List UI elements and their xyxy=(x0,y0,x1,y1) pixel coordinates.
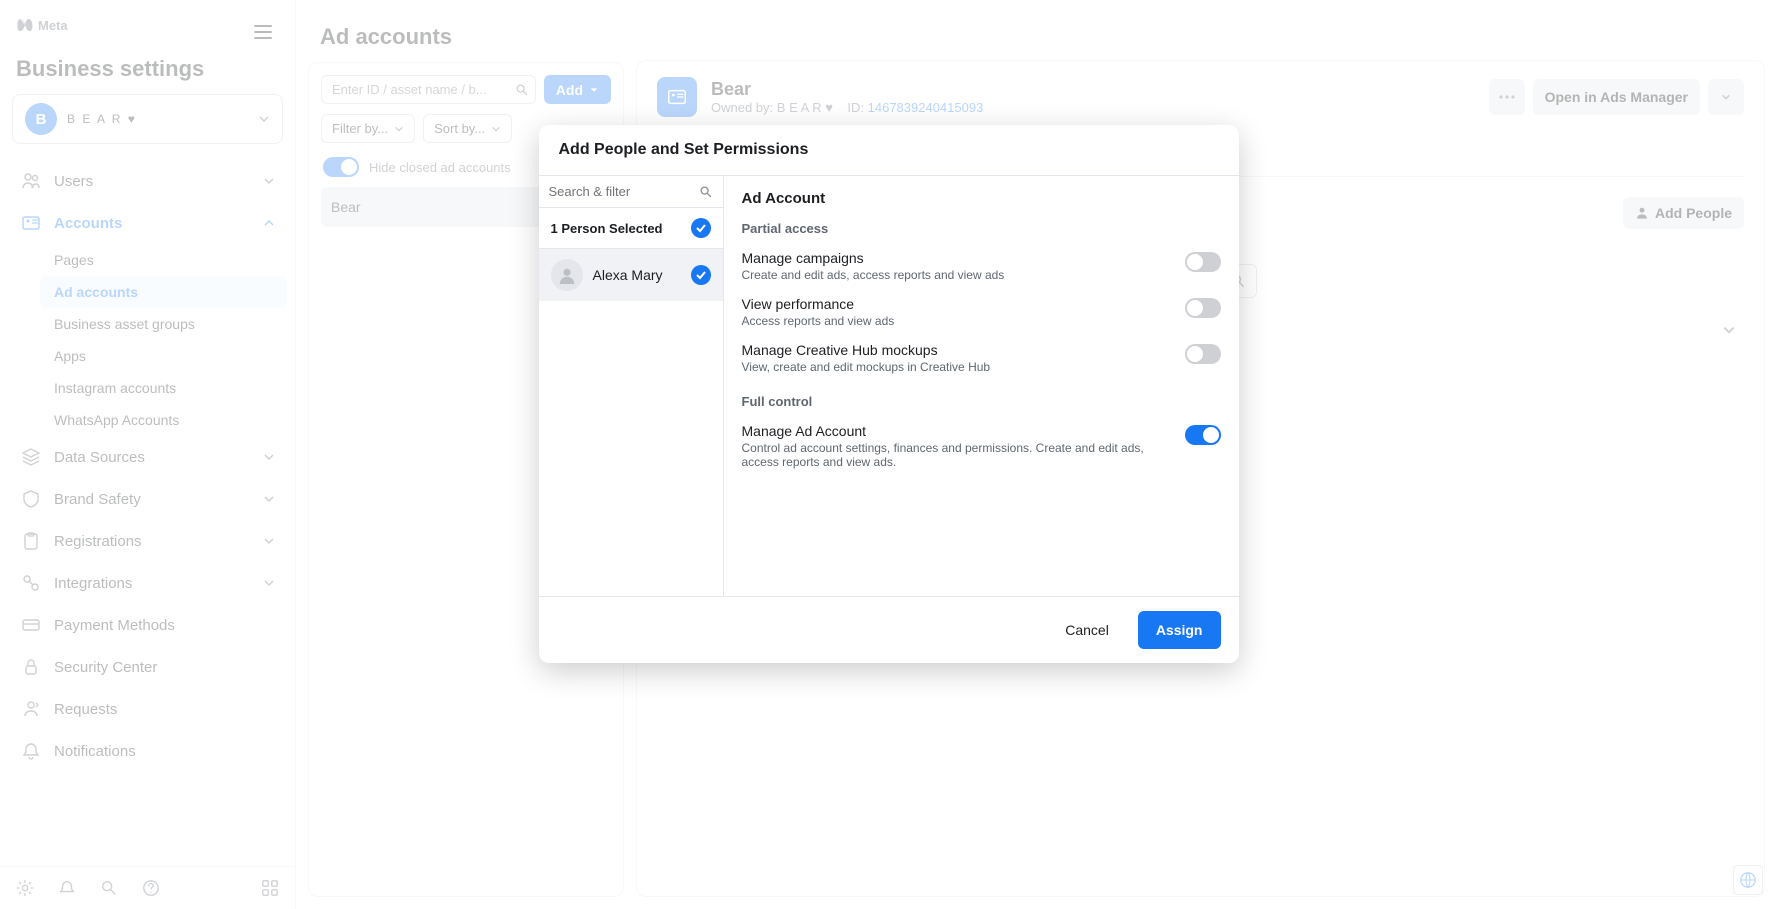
full-control-label: Full control xyxy=(742,394,1221,409)
modal-person-name: Alexa Mary xyxy=(593,267,681,283)
perm-title: Manage Creative Hub mockups xyxy=(742,342,1171,358)
perm-desc: Create and edit ads, access reports and … xyxy=(742,268,1171,282)
perm-view-performance-toggle[interactable] xyxy=(1185,298,1221,318)
assign-button[interactable]: Assign xyxy=(1138,611,1221,649)
permissions-modal: Add People and Set Permissions 1 Person … xyxy=(539,125,1239,663)
modal-selected-header[interactable]: 1 Person Selected xyxy=(539,207,723,249)
modal-overlay: Add People and Set Permissions 1 Person … xyxy=(0,0,1777,909)
perm-desc: Control ad account settings, finances an… xyxy=(742,441,1171,469)
modal-permissions-column: Ad Account Partial access Manage campaig… xyxy=(724,176,1239,596)
modal-footer: Cancel Assign xyxy=(539,596,1239,663)
selected-check-icon xyxy=(691,218,711,238)
perm-view-performance: View performance Access reports and view… xyxy=(742,296,1221,328)
modal-people-column: 1 Person Selected Alexa Mary xyxy=(539,176,724,596)
perm-title: Manage campaigns xyxy=(742,250,1171,266)
perm-creative-hub-toggle[interactable] xyxy=(1185,344,1221,364)
perm-manage-ad-account: Manage Ad Account Control ad account set… xyxy=(742,423,1221,469)
perm-manage-campaigns: Manage campaigns Create and edit ads, ac… xyxy=(742,250,1221,282)
modal-title: Add People and Set Permissions xyxy=(539,125,1239,176)
selected-count-label: 1 Person Selected xyxy=(551,221,663,236)
perm-manage-ad-account-toggle[interactable] xyxy=(1185,425,1221,445)
modal-person-item[interactable]: Alexa Mary xyxy=(539,249,723,301)
modal-asset-type-heading: Ad Account xyxy=(742,190,1221,207)
perm-desc: Access reports and view ads xyxy=(742,314,1171,328)
perm-title: Manage Ad Account xyxy=(742,423,1171,439)
perm-title: View performance xyxy=(742,296,1171,312)
search-icon xyxy=(699,185,713,199)
avatar xyxy=(551,259,583,291)
perm-manage-campaigns-toggle[interactable] xyxy=(1185,252,1221,272)
perm-creative-hub: Manage Creative Hub mockups View, create… xyxy=(742,342,1221,374)
person-check-icon xyxy=(691,265,711,285)
perm-desc: View, create and edit mockups in Creativ… xyxy=(742,360,1171,374)
partial-access-label: Partial access xyxy=(742,221,1221,236)
modal-search-input[interactable] xyxy=(549,184,693,199)
modal-search-wrapper[interactable] xyxy=(539,176,723,207)
cancel-button[interactable]: Cancel xyxy=(1046,611,1128,649)
